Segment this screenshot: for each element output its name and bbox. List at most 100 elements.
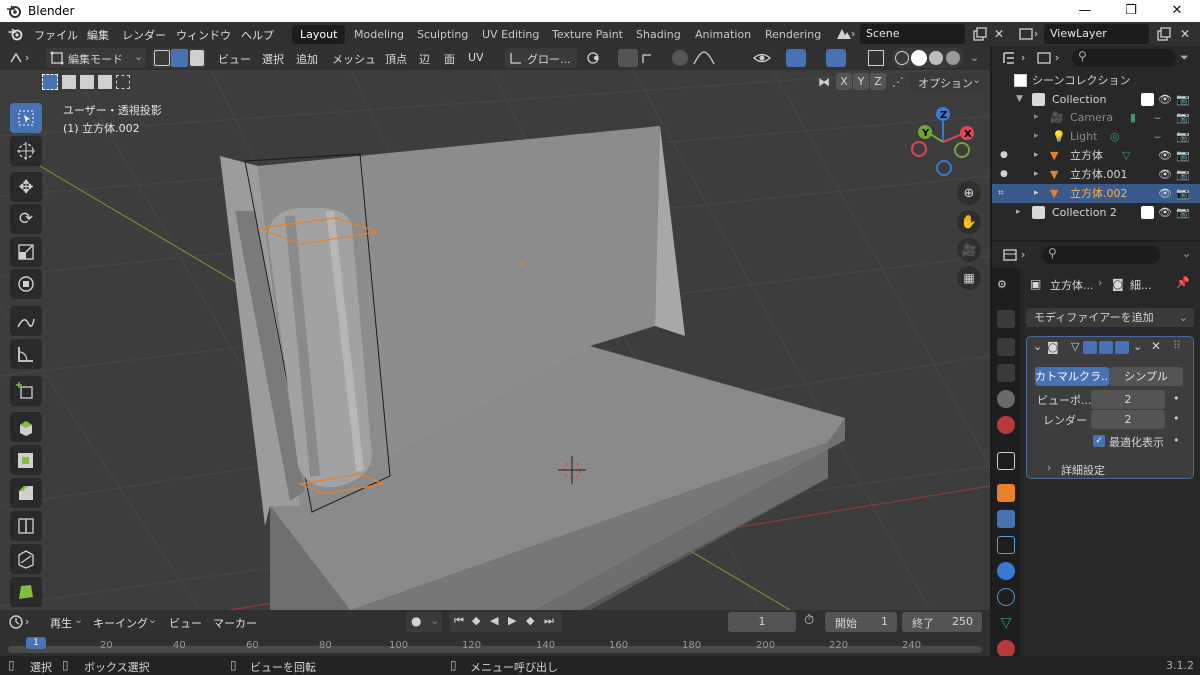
chevron-down-icon[interactable]: ⌄ [1182, 247, 1191, 260]
navigation-gizmo[interactable]: Z Y X [905, 102, 985, 178]
properties-editor-icon[interactable] [1002, 247, 1032, 263]
modifier-tab-icon[interactable] [997, 510, 1015, 528]
checkbox-icon[interactable] [1141, 206, 1154, 219]
advanced-settings-label[interactable]: 詳細設定 [1061, 462, 1105, 478]
eye-icon[interactable]: 👁 [1158, 90, 1172, 109]
tab-texture-paint[interactable]: Texture Paint [544, 25, 631, 44]
eye-hidden-icon[interactable]: ⌣ [1154, 108, 1161, 127]
pivot-point-icon[interactable] [586, 50, 610, 66]
editmode-toggle-icon[interactable] [1083, 341, 1097, 354]
select-extend-icon[interactable] [62, 75, 76, 89]
timeline-editor-icon[interactable] [8, 614, 34, 630]
scene-tab-icon[interactable] [997, 390, 1015, 408]
properties-search-input[interactable]: ⚲ [1042, 246, 1160, 264]
keyframe-dot-icon[interactable]: • [1173, 412, 1180, 425]
zoom-icon[interactable]: ⊕ [957, 181, 981, 205]
eye-hidden-icon[interactable]: ⌣ [1154, 127, 1161, 146]
3d-viewport[interactable] [0, 46, 990, 610]
tool-knife[interactable] [10, 544, 42, 574]
remove-modifier-icon[interactable]: ✕ [1151, 339, 1161, 353]
mirror-x-toggle[interactable]: X [836, 73, 852, 90]
keyframe-dot-icon[interactable]: • [1173, 434, 1180, 447]
menu-add[interactable]: 追加 [296, 51, 318, 67]
simple-button[interactable]: シンプル [1109, 367, 1183, 386]
menu-face[interactable]: 面 [444, 51, 455, 67]
checkbox-icon[interactable] [1141, 93, 1154, 106]
mirror-y-toggle[interactable]: Y [853, 73, 869, 90]
physics-tab-icon[interactable] [997, 562, 1015, 580]
tab-uv-editing[interactable]: UV Editing [474, 25, 547, 44]
tool-poly-build[interactable] [10, 577, 42, 607]
tool-annotate[interactable] [10, 306, 42, 336]
expand-arrow-icon[interactable]: ▸ [1034, 108, 1039, 127]
mesh-data-tab-icon[interactable]: ▽ [997, 614, 1015, 632]
camera-render-icon[interactable]: 📷 [1176, 203, 1190, 222]
view-layer-tab-icon[interactable] [997, 364, 1015, 382]
shading-options-chevron-icon[interactable]: ⌄ [970, 51, 979, 64]
rendered-shading-icon[interactable] [946, 51, 960, 65]
catmull-clark-button[interactable]: カトマルクラ... [1035, 367, 1112, 386]
editor-type-icon[interactable] [8, 50, 34, 66]
tool-transform[interactable] [10, 269, 42, 299]
menu-marker[interactable]: マーカー [213, 615, 257, 631]
expand-arrow-icon[interactable]: ▸ [1034, 165, 1039, 184]
tool-loop-cut[interactable] [10, 511, 42, 541]
viewport-toggle-icon[interactable] [1099, 341, 1113, 354]
visibility-icon[interactable] [752, 50, 782, 66]
constraints-tab-icon[interactable] [997, 588, 1015, 606]
mirror-z-toggle[interactable]: Z [870, 73, 886, 90]
snap-target-icon[interactable] [640, 50, 664, 66]
camera-render-icon[interactable]: 📷 [1176, 184, 1190, 203]
object-tab-icon[interactable] [997, 484, 1015, 502]
vertex-select-icon[interactable] [154, 50, 170, 66]
outliner-row-collection[interactable]: ▼ Collection 👁 📷 [992, 90, 1200, 109]
render-levels-field[interactable]: 2 [1091, 410, 1165, 429]
close-window-button[interactable]: ✕ [1154, 0, 1200, 22]
tool-bevel[interactable] [10, 478, 42, 508]
view-layer-field[interactable]: ViewLayer [1044, 24, 1149, 44]
select-invert-icon[interactable] [98, 75, 112, 89]
overlay-toggle-icon[interactable] [826, 49, 846, 67]
eye-icon[interactable]: 👁 [1158, 146, 1172, 165]
tab-shading[interactable]: Shading [628, 25, 689, 44]
eye-icon[interactable]: 👁 [1158, 184, 1172, 203]
expand-arrow-icon[interactable]: ▸ [1016, 203, 1021, 222]
prev-keyframe-icon[interactable]: ◆ [472, 614, 480, 627]
particles-tab-icon[interactable] [997, 536, 1015, 554]
tool-select-box[interactable] [10, 103, 42, 133]
outliner-editor-icon[interactable] [1002, 50, 1032, 66]
edit-cage-icon[interactable]: ▽ [1071, 340, 1079, 353]
perspective-grid-icon[interactable]: ▦ [957, 266, 981, 290]
camera-render-icon[interactable]: 📷 [1176, 108, 1190, 127]
render-tab-icon[interactable] [997, 310, 1015, 328]
pin-icon[interactable]: 📌 [1176, 276, 1190, 289]
tool-inset[interactable] [10, 445, 42, 475]
outliner-row-collection-2[interactable]: ▸ Collection 2 👁 📷 [992, 203, 1200, 222]
remove-view-layer-icon[interactable]: ✕ [1180, 27, 1190, 41]
menu-edit[interactable]: 編集 [87, 27, 109, 43]
view-layer-icon[interactable] [1018, 26, 1042, 42]
output-tab-icon[interactable] [997, 338, 1015, 356]
tab-animation[interactable]: Animation [687, 25, 759, 44]
menu-timeline-view[interactable]: ビュー [169, 615, 202, 631]
blender-menu-icon[interactable] [8, 27, 24, 41]
solid-shading-icon[interactable] [911, 50, 927, 66]
current-frame-field[interactable]: 1 [728, 612, 796, 632]
scene-name-field[interactable]: Scene [860, 24, 965, 44]
playhead-marker[interactable]: 1 [26, 637, 46, 649]
play-reverse-icon[interactable]: ◀ [490, 614, 498, 627]
menu-window[interactable]: ウィンドウ [176, 27, 231, 43]
outliner-row-light[interactable]: ▸ 💡 Light ◎ ⌣ 📷 [992, 127, 1200, 146]
expand-arrow-icon[interactable]: ▸ [1034, 184, 1039, 203]
tool-cursor[interactable] [10, 136, 42, 166]
copy-view-layer-icon[interactable] [1156, 26, 1172, 42]
camera-view-icon[interactable]: 🎥 [957, 238, 981, 262]
expand-arrow-icon[interactable]: ▸ [1034, 146, 1039, 165]
tool-scale[interactable] [10, 237, 42, 267]
drag-handle-icon[interactable]: ⠿ [1173, 339, 1181, 352]
remove-scene-icon[interactable]: ✕ [994, 27, 1004, 41]
tab-modeling[interactable]: Modeling [346, 25, 412, 44]
material-shading-icon[interactable] [929, 51, 943, 65]
tool-add-cube[interactable] [10, 376, 42, 406]
menu-uv[interactable]: UV [468, 51, 484, 64]
